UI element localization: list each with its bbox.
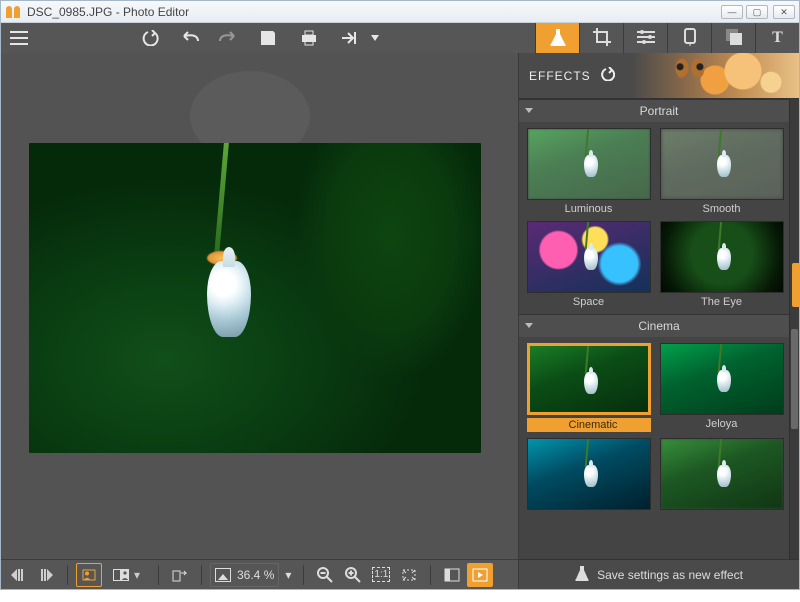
text-icon: T: [772, 29, 783, 47]
collapse-icon: [525, 323, 533, 328]
compare-split-button[interactable]: [108, 563, 134, 587]
tab-crop[interactable]: [579, 23, 623, 53]
zoom-100-button[interactable]: 1:1: [368, 563, 394, 587]
retouch-icon: [682, 28, 698, 49]
top-toolbar: T: [1, 23, 799, 53]
panel-scrollbar[interactable]: [789, 99, 799, 559]
effect-label: Space: [573, 296, 604, 308]
crop-icon: [593, 28, 611, 49]
window-controls: — ▢ ✕: [721, 5, 795, 19]
separator: [430, 565, 431, 585]
category-label: Cinema: [638, 319, 679, 333]
category-portrait: Portrait Luminous Smooth: [519, 99, 799, 314]
compare-single-button[interactable]: [76, 563, 102, 587]
canvas-image[interactable]: [29, 143, 481, 453]
bottom-toolbar: ▾ 36.4 % ▾: [1, 559, 518, 589]
titlebar: DSC_0985.JPG - Photo Editor — ▢ ✕: [1, 1, 799, 23]
canvas-drop: [207, 261, 251, 337]
effect-luminous[interactable]: Luminous: [525, 128, 652, 215]
effects-header: EFFECTS: [519, 53, 799, 99]
sliders-icon: [637, 29, 655, 48]
effect-label: The Eye: [701, 296, 742, 308]
zoom-value: 36.4 %: [237, 568, 274, 582]
zoom-readout[interactable]: 36.4 %: [210, 563, 279, 587]
app-body: T: [1, 23, 799, 589]
canvas-pane: ▾ 36.4 % ▾: [1, 53, 518, 589]
menu-button[interactable]: [1, 23, 37, 53]
category-header-cinema[interactable]: Cinema: [519, 315, 799, 337]
export-dropdown[interactable]: [368, 23, 382, 53]
overlay-icon: [725, 28, 743, 49]
category-cinema: Cinema Cinematic Jeloya: [519, 314, 799, 519]
category-header-portrait[interactable]: Portrait: [519, 100, 799, 122]
save-effect-label: Save settings as new effect: [597, 568, 743, 582]
tab-overlay[interactable]: [711, 23, 755, 53]
flask-icon: [550, 28, 566, 49]
flask-save-icon: [575, 565, 589, 584]
panel-collapse-handle[interactable]: [792, 263, 800, 307]
canvas-stem: [214, 143, 229, 259]
separator: [303, 565, 304, 585]
window-title: DSC_0985.JPG - Photo Editor: [27, 5, 721, 19]
redo-button[interactable]: [209, 23, 245, 53]
undo-all-button[interactable]: [132, 23, 168, 53]
effect-theeye[interactable]: The Eye: [658, 221, 785, 308]
separator: [67, 565, 68, 585]
effect-label: Smooth: [703, 203, 741, 215]
app-logo-icon: [5, 4, 21, 20]
separator: [158, 565, 159, 585]
effect-cinematic[interactable]: Cinematic: [525, 343, 652, 432]
save-effect-button[interactable]: Save settings as new effect: [519, 559, 799, 589]
zoom-out-button[interactable]: [312, 563, 338, 587]
rotate-button[interactable]: [167, 563, 193, 587]
effect-label: Cinematic: [527, 418, 651, 432]
picture-icon: [215, 568, 231, 582]
canvas-view[interactable]: [1, 53, 518, 559]
collapse-icon: [525, 108, 533, 113]
compare-split-group: ▾: [108, 563, 146, 587]
maximize-button[interactable]: ▢: [746, 5, 768, 19]
effects-header-label: EFFECTS: [529, 69, 591, 83]
effect-label: Luminous: [565, 203, 613, 215]
zoom-menu[interactable]: ▾: [281, 563, 295, 587]
undo-button[interactable]: [173, 23, 209, 53]
save-button[interactable]: [250, 23, 286, 53]
effect-jeloya[interactable]: Jeloya: [658, 343, 785, 432]
zoom-in-button[interactable]: [340, 563, 366, 587]
tab-text[interactable]: T: [755, 23, 799, 53]
separator: [201, 565, 202, 585]
panel-left-button[interactable]: [439, 563, 465, 587]
mode-tabs: T: [535, 23, 799, 53]
tab-effects[interactable]: [535, 23, 579, 53]
effect-cinema-4[interactable]: [658, 438, 785, 513]
panel-scrollbar-thumb[interactable]: [791, 329, 798, 429]
category-label: Portrait: [640, 104, 679, 118]
effects-reset-icon[interactable]: [599, 67, 615, 84]
top-toolbar-left: [1, 23, 382, 53]
effects-scroll: Portrait Luminous Smooth: [519, 99, 799, 559]
butterfly-icon: [675, 59, 705, 81]
effect-label: Jeloya: [706, 418, 738, 430]
export-button[interactable]: [332, 23, 368, 53]
zoom-fit-button[interactable]: [396, 563, 422, 587]
tab-retouch[interactable]: [667, 23, 711, 53]
next-image-button[interactable]: [33, 563, 59, 587]
close-button[interactable]: ✕: [773, 5, 795, 19]
minimize-button[interactable]: —: [721, 5, 743, 19]
effect-smooth[interactable]: Smooth: [658, 128, 785, 215]
effects-panel: EFFECTS Portrait: [518, 53, 799, 589]
prev-image-button[interactable]: [5, 563, 31, 587]
print-button[interactable]: [291, 23, 327, 53]
effect-space[interactable]: Space: [525, 221, 652, 308]
compare-split-menu[interactable]: ▾: [134, 568, 146, 582]
effect-cinema-3[interactable]: [525, 438, 652, 513]
tab-adjust[interactable]: [623, 23, 667, 53]
app-window: DSC_0985.JPG - Photo Editor — ▢ ✕: [0, 0, 800, 590]
panel-right-button[interactable]: [467, 563, 493, 587]
